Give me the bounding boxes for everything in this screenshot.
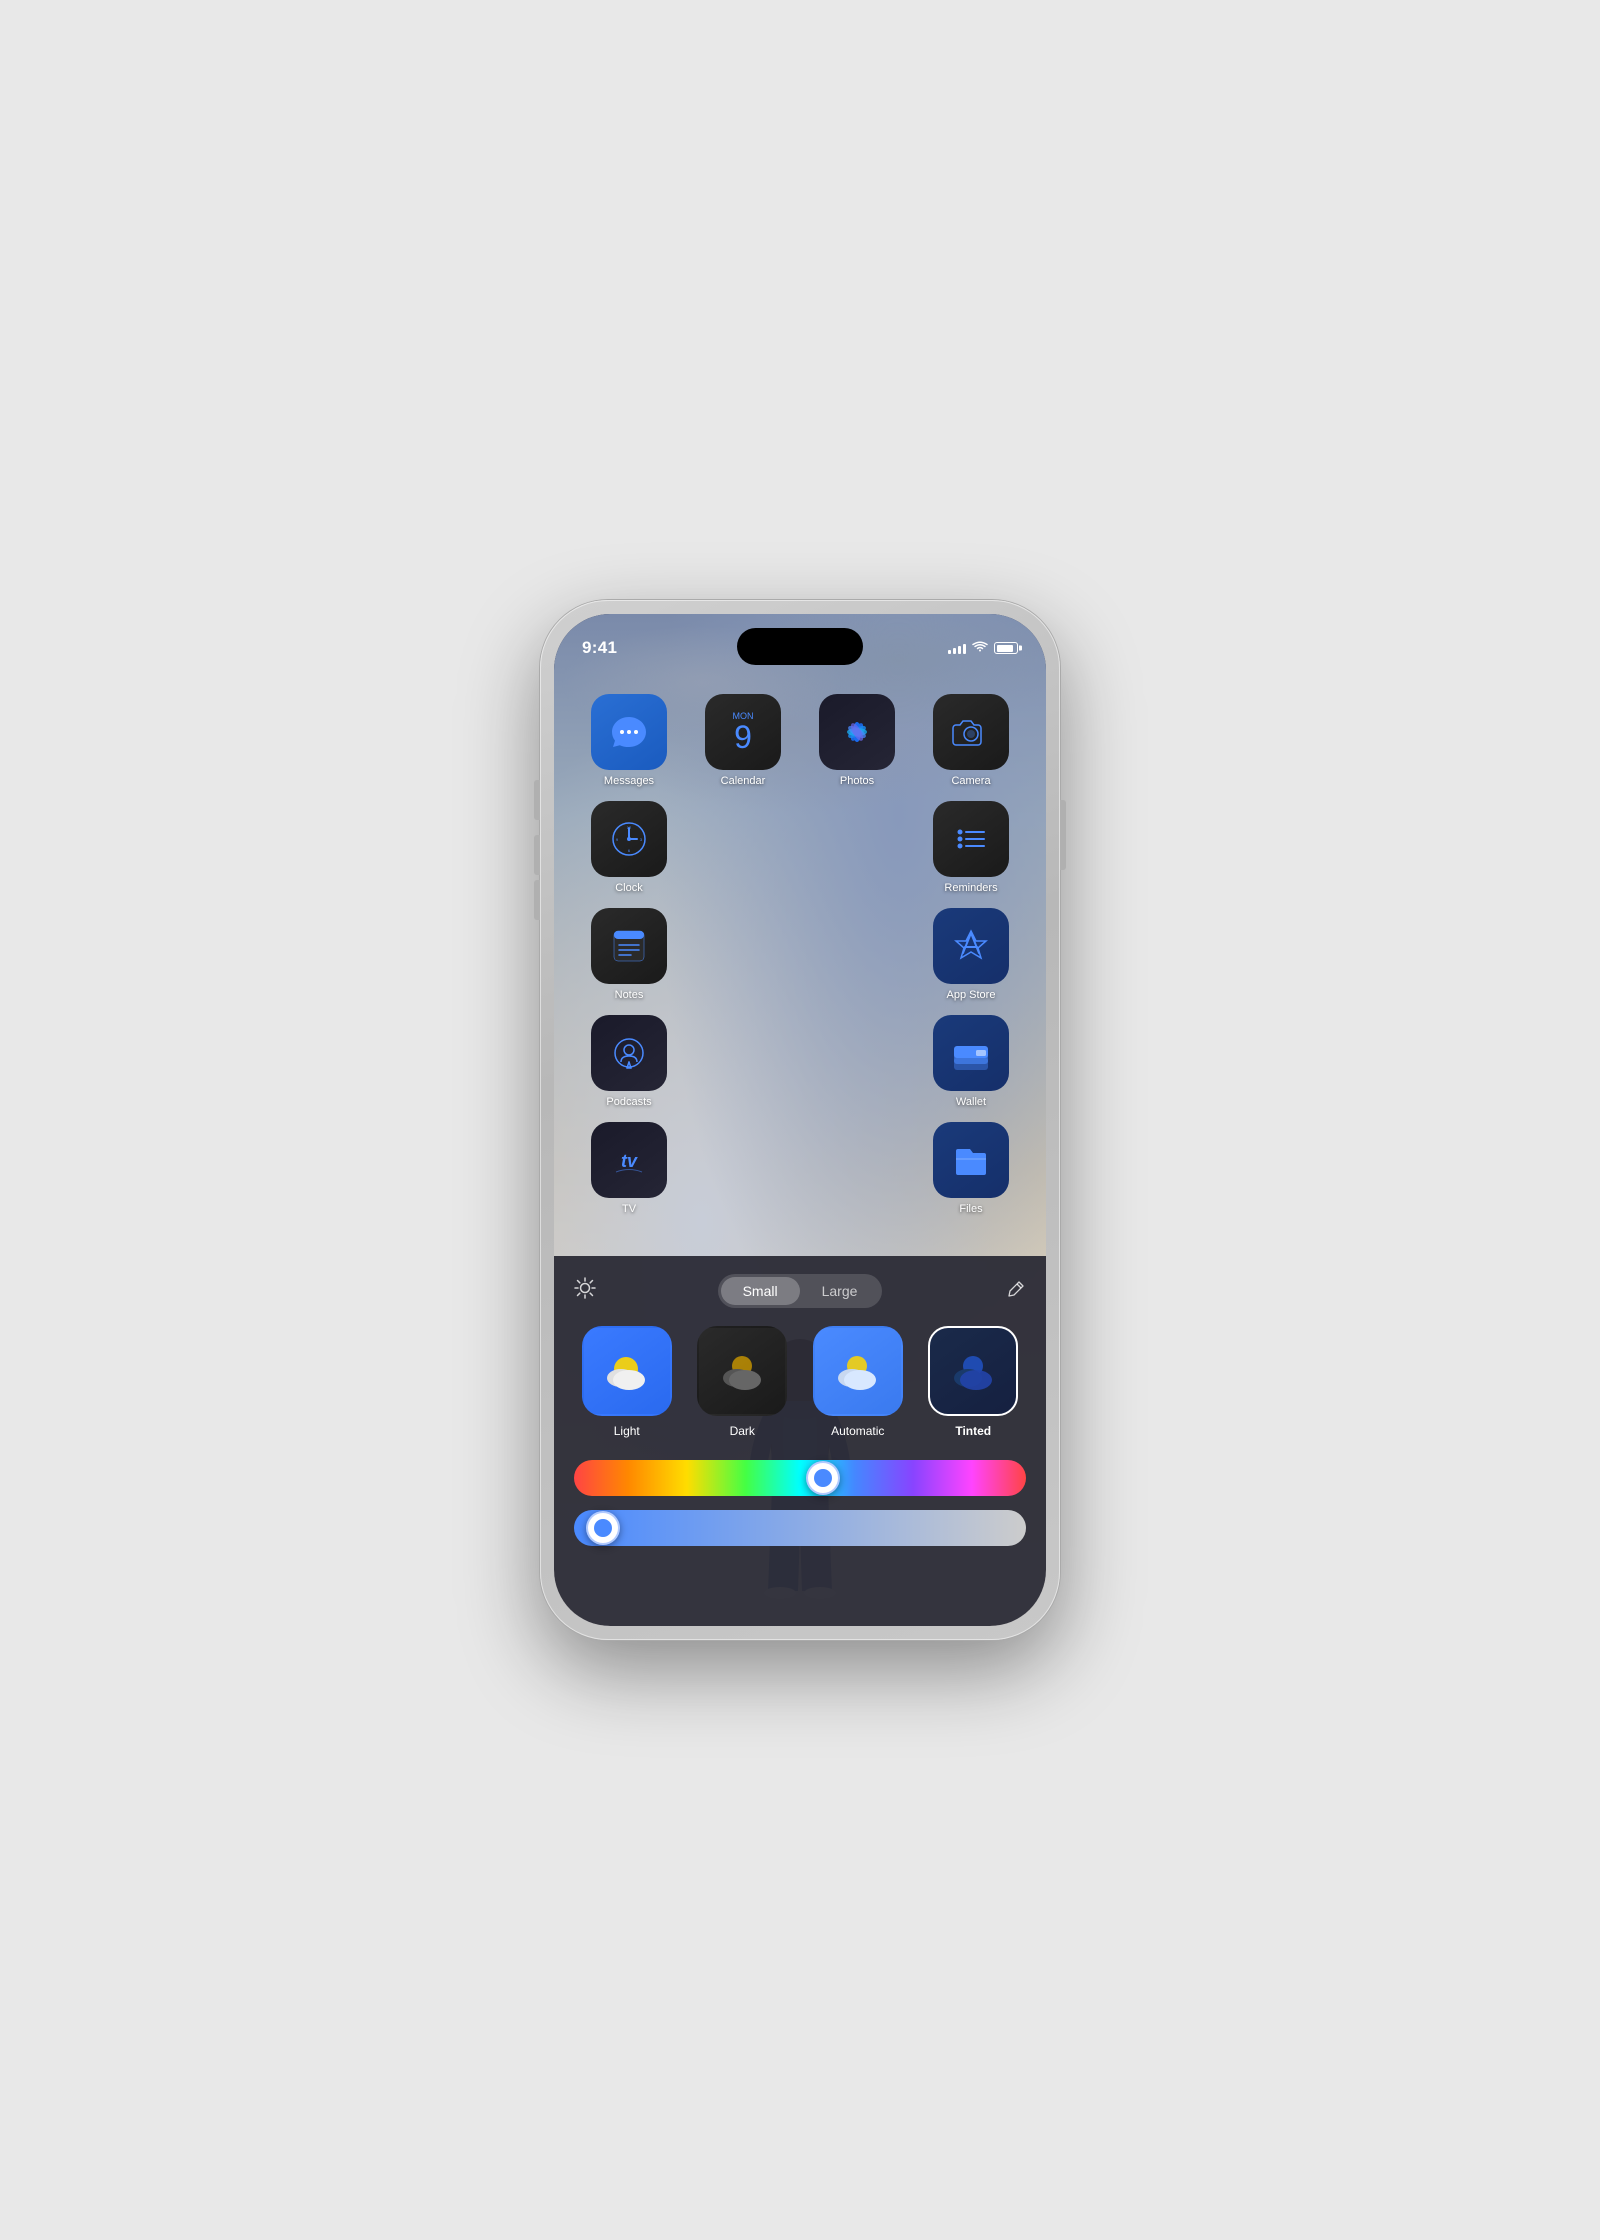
app-tv-icon[interactable]: tv: [591, 1122, 667, 1198]
app-files-wrap[interactable]: Files: [916, 1122, 1026, 1215]
grid-empty-5: [688, 1015, 764, 1091]
size-toggle-row: Small Large: [574, 1274, 1026, 1308]
app-podcasts-wrap[interactable]: Podcasts: [574, 1015, 684, 1108]
theme-auto-preview[interactable]: [813, 1326, 903, 1416]
phone-frame: 9:41: [540, 600, 1060, 1640]
theme-light-weather: [584, 1328, 670, 1414]
app-messages-label: Messages: [604, 775, 654, 787]
brightness-icon: [574, 1277, 596, 1305]
grid-empty-1: [688, 801, 764, 877]
grid-empty-4: [802, 908, 878, 984]
theme-dark-option[interactable]: Dark: [690, 1326, 796, 1438]
theme-tinted-weather: [930, 1328, 1016, 1414]
phone-screen: 9:41: [554, 614, 1046, 1626]
theme-tinted-option[interactable]: Tinted: [921, 1326, 1027, 1438]
app-messages-icon[interactable]: [591, 694, 667, 770]
eyedropper-icon[interactable]: [1006, 1279, 1026, 1304]
app-notes-icon[interactable]: [591, 908, 667, 984]
theme-dark-label: Dark: [730, 1424, 755, 1438]
theme-tinted-label: Tinted: [955, 1424, 991, 1438]
brightness-slider-thumb[interactable]: [586, 1511, 620, 1545]
theme-dark-weather: [699, 1328, 785, 1414]
theme-auto-label: Automatic: [831, 1424, 884, 1438]
bottom-panel: Small Large: [554, 1256, 1046, 1626]
theme-tinted-preview[interactable]: [928, 1326, 1018, 1416]
size-large-button[interactable]: Large: [800, 1277, 880, 1305]
size-small-button[interactable]: Small: [721, 1277, 800, 1305]
app-wallet-label: Wallet: [956, 1096, 986, 1108]
hue-slider-thumb[interactable]: [806, 1461, 840, 1495]
dynamic-island: [737, 628, 863, 665]
app-photos-wrap[interactable]: Photos: [802, 694, 912, 787]
hue-slider-row: [574, 1460, 1026, 1496]
app-appstore-icon[interactable]: [933, 908, 1009, 984]
size-toggle: Small Large: [718, 1274, 883, 1308]
calendar-date: 9: [734, 721, 752, 753]
brightness-slider-row: [574, 1510, 1026, 1546]
svg-text:3: 3: [640, 837, 643, 842]
battery-icon: [994, 642, 1018, 654]
grid-empty-3: [688, 908, 764, 984]
app-appstore-wrap[interactable]: App Store: [916, 908, 1026, 1001]
theme-light-option[interactable]: Light: [574, 1326, 680, 1438]
theme-auto-weather: [815, 1328, 901, 1414]
app-clock-label: Clock: [615, 882, 643, 894]
svg-text:12: 12: [627, 825, 632, 830]
app-tv-wrap[interactable]: tv TV: [574, 1122, 684, 1215]
svg-text:tv: tv: [621, 1151, 638, 1171]
app-photos-icon[interactable]: [819, 694, 895, 770]
status-time: 9:41: [582, 638, 617, 658]
app-podcasts-label: Podcasts: [606, 1096, 651, 1108]
app-podcasts-icon[interactable]: [591, 1015, 667, 1091]
grid-empty-6: [802, 1015, 878, 1091]
theme-light-label: Light: [614, 1424, 640, 1438]
app-calendar-label: Calendar: [721, 775, 766, 787]
grid-empty-2: [802, 801, 878, 877]
app-tv-label: TV: [622, 1203, 636, 1215]
theme-options: Light Dark: [574, 1326, 1026, 1438]
theme-auto-option[interactable]: Automatic: [805, 1326, 911, 1438]
app-photos-label: Photos: [840, 775, 874, 787]
signal-icon: [948, 642, 966, 654]
home-screen: Messages MON 9 Calendar: [554, 684, 1046, 1286]
app-camera-label: Camera: [951, 775, 990, 787]
app-wallet-wrap[interactable]: Wallet: [916, 1015, 1026, 1108]
app-calendar-icon[interactable]: MON 9: [705, 694, 781, 770]
status-icons: [948, 640, 1018, 656]
app-reminders-icon[interactable]: [933, 801, 1009, 877]
app-grid: Messages MON 9 Calendar: [574, 694, 1026, 1215]
app-calendar-wrap[interactable]: MON 9 Calendar: [688, 694, 798, 787]
theme-light-preview[interactable]: [582, 1326, 672, 1416]
grid-empty-7: [688, 1122, 764, 1198]
app-reminders-label: Reminders: [944, 882, 997, 894]
wifi-icon: [972, 640, 988, 656]
app-files-label: Files: [959, 1203, 982, 1215]
app-files-icon[interactable]: [933, 1122, 1009, 1198]
app-messages-wrap[interactable]: Messages: [574, 694, 684, 787]
app-camera-icon[interactable]: [933, 694, 1009, 770]
app-reminders-wrap[interactable]: Reminders: [916, 801, 1026, 894]
app-clock-wrap[interactable]: 12 3 6 9 Clock: [574, 801, 684, 894]
svg-text:6: 6: [628, 848, 631, 853]
hue-slider-track[interactable]: [574, 1460, 1026, 1496]
app-clock-icon[interactable]: 12 3 6 9: [591, 801, 667, 877]
color-sliders: [574, 1460, 1026, 1546]
grid-empty-8: [802, 1122, 878, 1198]
app-camera-wrap[interactable]: Camera: [916, 694, 1026, 787]
theme-dark-preview[interactable]: [697, 1326, 787, 1416]
app-notes-wrap[interactable]: Notes: [574, 908, 684, 1001]
app-appstore-label: App Store: [947, 989, 996, 1001]
app-notes-label: Notes: [615, 989, 644, 1001]
svg-text:9: 9: [616, 837, 619, 842]
app-wallet-icon[interactable]: [933, 1015, 1009, 1091]
brightness-slider-track[interactable]: [574, 1510, 1026, 1546]
